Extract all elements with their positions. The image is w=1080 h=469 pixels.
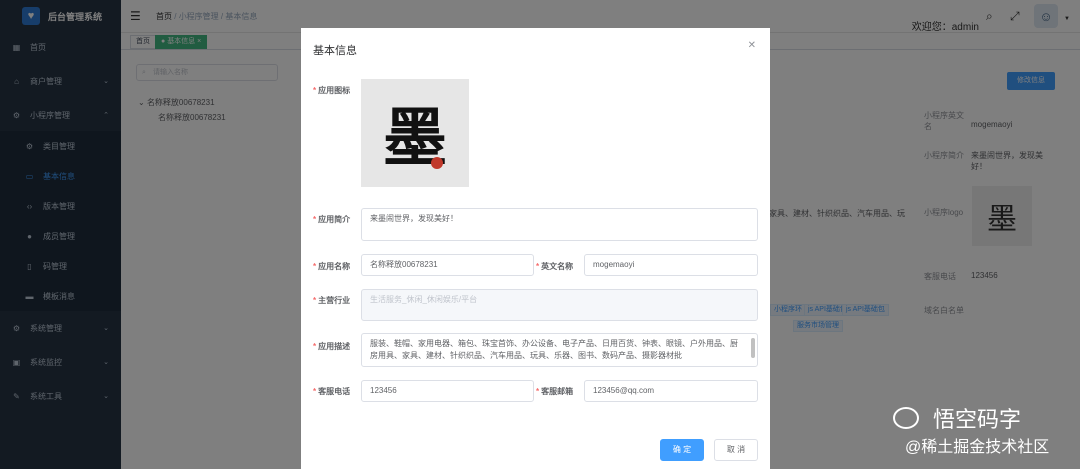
app-icon-upload[interactable]: 墨 [361, 79, 469, 187]
label-email: * 客服邮箱 [536, 387, 574, 396]
watermark-brand: 悟空码字 [893, 402, 1021, 434]
close-icon[interactable]: ✕ [748, 40, 756, 51]
dialog-title: 基本信息 [313, 45, 357, 57]
app-name-input[interactable]: 名称释放00678231 [361, 254, 534, 276]
label-app-intro: * 应用简介 [313, 215, 351, 224]
email-input[interactable]: 123456@qq.com [584, 380, 758, 402]
watermark-sub: @稀土掘金技术社区 [905, 439, 1050, 456]
phone-input[interactable]: 123456 [361, 380, 534, 402]
en-name-input[interactable]: mogemaoyi [584, 254, 758, 276]
label-en-name: * 英文名称 [536, 262, 574, 271]
app-desc-textarea[interactable]: 服装、鞋帽、家用电器、箱包、珠宝首饰、办公设备、电子产品、日用百货、钟表、眼镜、… [361, 333, 758, 367]
label-app-name: * 应用名称 [313, 262, 351, 271]
app-intro-textarea[interactable]: 来墨闹世界，发现美好！ [361, 208, 758, 241]
wechat-icon [893, 407, 919, 429]
label-app-icon: * 应用图标 [313, 86, 351, 95]
basic-info-dialog: 基本信息 ✕ * 应用图标 墨 * 应用简介 来墨闹世界，发现美好！ * 应用名称 名… [301, 28, 770, 469]
desc-scrollbar[interactable] [751, 338, 755, 358]
cancel-button[interactable]: 取 消 [714, 439, 758, 461]
label-phone: * 客服电话 [313, 387, 351, 396]
industry-textarea[interactable]: 生活服务_休闲_休闲娱乐/平台 [361, 289, 758, 321]
label-app-desc: * 应用描述 [313, 342, 351, 351]
label-industry: * 主营行业 [313, 296, 351, 305]
confirm-button[interactable]: 确 定 [660, 439, 704, 461]
seal-icon [431, 157, 443, 169]
